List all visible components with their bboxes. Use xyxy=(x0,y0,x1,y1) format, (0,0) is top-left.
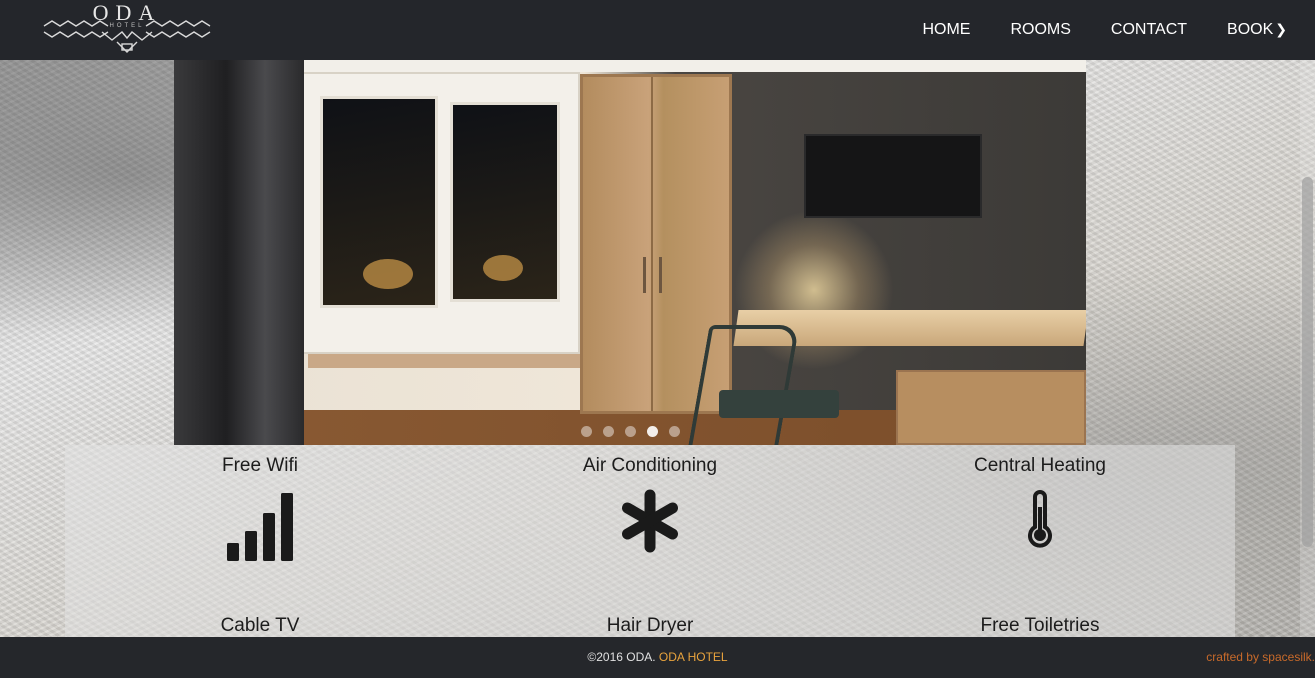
photo-window-pane xyxy=(450,102,560,302)
background-shadow xyxy=(0,60,175,440)
nav-book-label: BOOK xyxy=(1227,21,1274,38)
site-header: ODA HOTEL HOME ROOMS CONTACT BOOK ❯ xyxy=(0,0,1315,60)
footer-copy-text: ©2016 ODA. xyxy=(587,650,659,664)
footer-copyright: ©2016 ODA. ODA HOTEL xyxy=(0,650,1315,664)
footer-brand-link[interactable]: ODA HOTEL xyxy=(659,650,728,664)
slider-dot[interactable] xyxy=(668,426,680,437)
amenity-central-heating: Central Heating xyxy=(845,455,1235,549)
footer-credit-link[interactable]: crafted by spacesilk. xyxy=(1206,650,1315,664)
amenity-free-toiletries: Free Toiletries xyxy=(845,615,1235,637)
photo-tv xyxy=(804,134,982,218)
amenities-panel: Free Wifi Air Conditioning Central Heati… xyxy=(65,445,1235,637)
slider-dot[interactable] xyxy=(646,426,658,437)
amenity-air-conditioning: Air Conditioning xyxy=(455,455,845,553)
chevron-right-icon: ❯ xyxy=(1275,21,1287,37)
amenity-label: Central Heating xyxy=(973,455,1107,476)
logo-pattern-icon xyxy=(43,20,211,53)
amenity-free-wifi: Free Wifi xyxy=(65,455,455,561)
amenity-label: Free Toiletries xyxy=(980,615,1100,636)
photo-wardrobe-handle xyxy=(659,257,662,293)
amenity-label: Air Conditioning xyxy=(582,455,718,476)
photo-city-light xyxy=(483,255,523,281)
nav-rooms[interactable]: ROOMS xyxy=(1010,21,1070,39)
page-scrollbar[interactable] xyxy=(1300,60,1315,637)
scrollbar-thumb[interactable] xyxy=(1302,177,1313,547)
slider-dot[interactable] xyxy=(624,426,636,437)
photo-wardrobe-split xyxy=(651,77,653,411)
amenity-label: Hair Dryer xyxy=(606,615,694,636)
site-footer: ©2016 ODA. ODA HOTEL crafted by spacesil… xyxy=(0,637,1315,678)
slider-dot[interactable] xyxy=(602,426,614,437)
nav-home[interactable]: HOME xyxy=(922,21,970,39)
photo-ceiling xyxy=(174,60,1086,72)
snowflake-icon xyxy=(622,489,678,553)
photo-city-light xyxy=(363,259,413,289)
amenity-hair-dryer: Hair Dryer xyxy=(455,615,845,637)
photo-wardrobe-handle xyxy=(643,257,646,293)
photo-curtain xyxy=(174,60,304,445)
photo-chair-seat xyxy=(719,390,839,418)
logo[interactable]: ODA HOTEL xyxy=(42,0,212,58)
amenity-label: Cable TV xyxy=(220,615,300,636)
nav-contact[interactable]: CONTACT xyxy=(1111,21,1187,39)
signal-bars-icon xyxy=(227,493,293,561)
slider-dot[interactable] xyxy=(580,426,592,437)
photo-window-sill xyxy=(308,354,580,368)
room-photo-slider[interactable] xyxy=(174,60,1086,445)
main-nav: HOME ROOMS CONTACT BOOK ❯ xyxy=(922,0,1315,60)
amenity-cable-tv: Cable TV xyxy=(65,615,455,637)
slider-dots xyxy=(174,426,1086,437)
nav-book[interactable]: BOOK ❯ xyxy=(1227,21,1287,39)
amenity-label: Free Wifi xyxy=(222,455,298,476)
thermometer-icon xyxy=(1028,490,1052,548)
photo-window xyxy=(302,72,580,354)
photo-window-pane xyxy=(320,96,438,308)
